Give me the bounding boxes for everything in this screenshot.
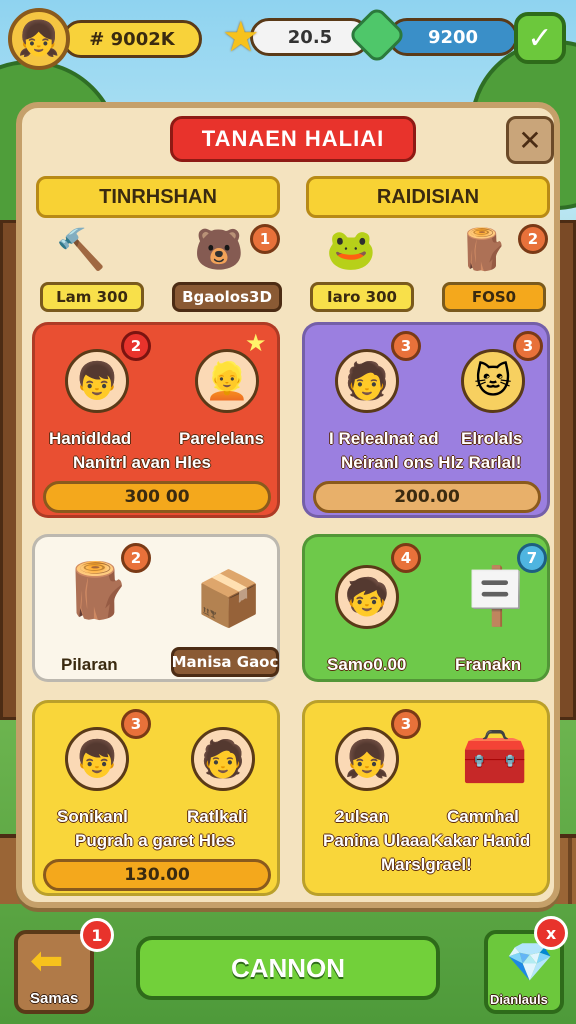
- row3-left-label1: Pilaran: [61, 655, 118, 674]
- red-shirt-kid-icon: 🧒: [335, 565, 399, 629]
- row3-right-label2: Franakn: [455, 655, 522, 674]
- row1-right-tag1: Iaro 300: [310, 282, 414, 312]
- boy-character-icon: 👦: [65, 349, 129, 413]
- coins-counter: # 9002K: [62, 20, 202, 58]
- offer-card-purple[interactable]: 3 3 🧑 🐱 I Relealnat ad Elrolals Neiranl …: [302, 322, 550, 518]
- girl-character-icon: 👧: [335, 727, 399, 791]
- shop-panel: TANAEN HALIAI ✕ TINRHSHAN RAIDISIAN 🔨 🐻 …: [16, 102, 560, 908]
- row3-left-label2: Manisa Gaoc: [171, 647, 279, 677]
- stars-value: 20.5: [287, 26, 333, 48]
- row1-left-tag2: Bgaolos3D: [172, 282, 282, 312]
- row4-right-name2: Camnhal: [447, 807, 519, 826]
- chest-icon: 📦: [195, 567, 263, 630]
- column-header-left: TINRHSHAN: [36, 176, 280, 218]
- hammer-icon: 🔨: [56, 227, 106, 273]
- player-avatar[interactable]: 👧: [8, 8, 70, 70]
- gems-value: 9200: [427, 26, 479, 48]
- slime-icon: 🐸: [326, 227, 376, 273]
- beanie-kid-icon: 🧑: [191, 727, 255, 791]
- diamonds-button-label: Dianlauls: [490, 992, 548, 1007]
- club-icon: 🪵: [63, 559, 131, 622]
- blonde-girl-icon: 👱: [195, 349, 259, 413]
- treasure-chest-icon: 🧰: [461, 725, 529, 788]
- panel-title: TANAEN HALIAI: [170, 116, 416, 162]
- row1-right-tag2: FOS0: [442, 282, 546, 312]
- row2-right-price[interactable]: 200.00: [313, 481, 541, 513]
- sparkle-icon: ★: [245, 329, 267, 357]
- gem-icon: [347, 5, 407, 65]
- row1-left-badge: 1: [250, 224, 280, 254]
- row4-right-desc1: Panina Ulaaa: [323, 831, 429, 850]
- coins-value: # 9002K: [89, 28, 175, 50]
- row4-left-badge: 3: [121, 709, 151, 739]
- back-notification-badge: 1: [80, 918, 114, 952]
- diamonds-notification-badge: x: [534, 916, 568, 950]
- waving-boy-icon: 👦: [65, 727, 129, 791]
- row4-left-price[interactable]: 130.00: [43, 859, 271, 891]
- row3-right-badge1: 4: [391, 543, 421, 573]
- offer-card-green[interactable]: 4 7 🧒 🪧 Samo0.00 Franakn: [302, 534, 550, 682]
- back-button-label: Samas: [30, 990, 79, 1007]
- row3-right-label1: Samo0.00: [327, 655, 407, 674]
- row4-right-badge: 3: [391, 709, 421, 739]
- row2-left-badge: 2: [121, 331, 151, 361]
- close-button[interactable]: ✕: [506, 116, 554, 164]
- wood-icon: 🪵: [458, 227, 508, 273]
- row4-right-name1: 2ulsan: [335, 807, 389, 826]
- back-arrow-icon: ⬅: [30, 938, 64, 984]
- top-bar: # 9002K 👧 20.5 ★ 9200 ✓: [0, 4, 576, 70]
- curly-boy-icon: 🧑: [335, 349, 399, 413]
- row4-left-name2: Ratlkali: [187, 807, 248, 826]
- star-icon: ★: [222, 12, 260, 61]
- gems-counter: 9200: [388, 18, 518, 56]
- map-sign-icon: 🪧: [461, 564, 531, 629]
- girl-avatar-icon: 👧: [17, 19, 61, 59]
- row4-left-desc: Pugrah a garet Hles: [75, 831, 235, 850]
- offer-card-white[interactable]: 2 🪵 📦 Pilaran Manisa Gaoc: [32, 534, 280, 682]
- check-icon: ✓: [527, 20, 553, 56]
- row1-left-tag1: Lam 300: [40, 282, 144, 312]
- row4-right-desc3: Marslgrael!: [381, 855, 472, 874]
- offer-card-yellow-left[interactable]: 3 👦 🧑 Sonikanl Ratlkali Pugrah a garet H…: [32, 700, 280, 896]
- row2-right-name2: Elrolals: [461, 429, 523, 448]
- row2-left-price[interactable]: 300 00: [43, 481, 271, 513]
- bear-icon: 🐻: [194, 227, 244, 273]
- column-header-right: RAIDISIAN: [306, 176, 550, 218]
- row2-right-name1: I Relealnat ad: [329, 429, 439, 448]
- row2-right-badge2: 3: [513, 331, 543, 361]
- row1-right-badge: 2: [518, 224, 548, 254]
- cat-icon: 🐱: [461, 349, 525, 413]
- main-action-button[interactable]: CANNON: [136, 936, 440, 1000]
- row2-left-name2: Parelelans: [179, 429, 265, 448]
- offer-card-yellow-right[interactable]: 3 👧 🧰 2ulsan Camnhal Panina Ulaaa Kakar …: [302, 700, 550, 896]
- row2-right-desc: Neiranl ons Hlz Rarlal!: [341, 453, 522, 472]
- confirm-button[interactable]: ✓: [514, 12, 566, 64]
- close-icon: ✕: [518, 123, 542, 157]
- row2-left-desc: Nanitrl avan Hles: [73, 453, 211, 472]
- row2-left-name1: Hanidldad: [49, 429, 132, 448]
- row4-right-desc2: Kakar Hanid: [431, 831, 531, 850]
- row2-right-badge1: 3: [391, 331, 421, 361]
- offer-card-red[interactable]: 2 👦 👱 ★ Hanidldad Parelelans Nanitrl ava…: [32, 322, 280, 518]
- row4-left-name1: Sonikanl: [57, 807, 128, 826]
